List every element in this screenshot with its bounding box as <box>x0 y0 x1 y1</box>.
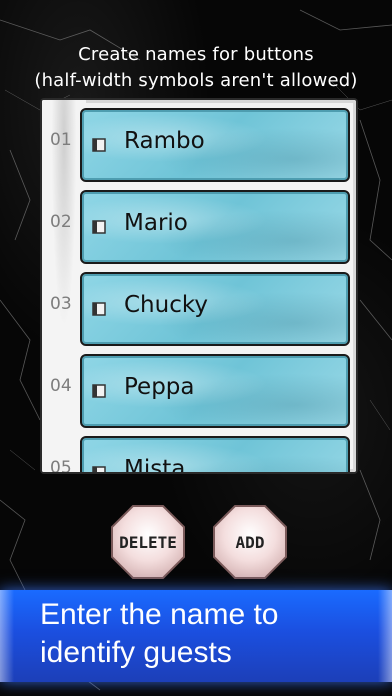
banner-edge-left <box>0 590 14 682</box>
guest-name-label: Rambo <box>124 128 205 154</box>
guest-name-label: Chucky <box>124 292 208 318</box>
instructions: Create names for buttons (half-width sym… <box>0 42 392 94</box>
row-number: 04 <box>50 376 72 396</box>
list-item: 05 Mista <box>42 430 356 472</box>
list-item: 02 Mario <box>42 184 356 264</box>
guest-name-button[interactable]: Chucky <box>80 272 350 346</box>
edit-icon <box>92 384 106 398</box>
list-item: 01 Rambo <box>42 102 356 182</box>
banner-line2: identify guests <box>40 636 232 669</box>
edit-icon <box>92 220 106 234</box>
delete-button[interactable]: DELETE <box>110 504 186 580</box>
guest-name-button[interactable]: Rambo <box>80 108 350 182</box>
guest-name-button[interactable]: Peppa <box>80 354 350 428</box>
delete-label: DELETE <box>119 532 177 552</box>
edit-icon <box>92 466 106 472</box>
row-number: 01 <box>50 130 72 150</box>
guest-name-label: Mario <box>124 210 188 236</box>
info-banner: Enter the name to identify guests <box>0 590 392 682</box>
row-number: 05 <box>50 458 72 472</box>
add-label: ADD <box>235 532 265 552</box>
guest-name-label: Peppa <box>124 374 195 400</box>
guest-name-button[interactable]: Mario <box>80 190 350 264</box>
list-item: 03 Chucky <box>42 266 356 346</box>
edit-icon <box>92 302 106 316</box>
banner-text: Enter the name to identify guests <box>40 596 360 672</box>
guest-name-button[interactable]: Mista <box>80 436 350 472</box>
instructions-line2: (half-width symbols aren't allowed) <box>34 70 358 91</box>
list-item: 04 Peppa <box>42 348 356 428</box>
banner-edge-right <box>378 590 392 682</box>
edit-icon <box>92 138 106 152</box>
row-number: 03 <box>50 294 72 314</box>
add-button[interactable]: ADD <box>212 504 288 580</box>
banner-line1: Enter the name to <box>40 598 279 631</box>
guest-name-label: Mista <box>124 456 186 472</box>
row-number: 02 <box>50 212 72 232</box>
guest-name-list[interactable]: 01 Rambo 02 Mario 03 Chucky 04 Peppa 05 … <box>42 100 356 472</box>
instructions-line1: Create names for buttons <box>78 44 314 65</box>
